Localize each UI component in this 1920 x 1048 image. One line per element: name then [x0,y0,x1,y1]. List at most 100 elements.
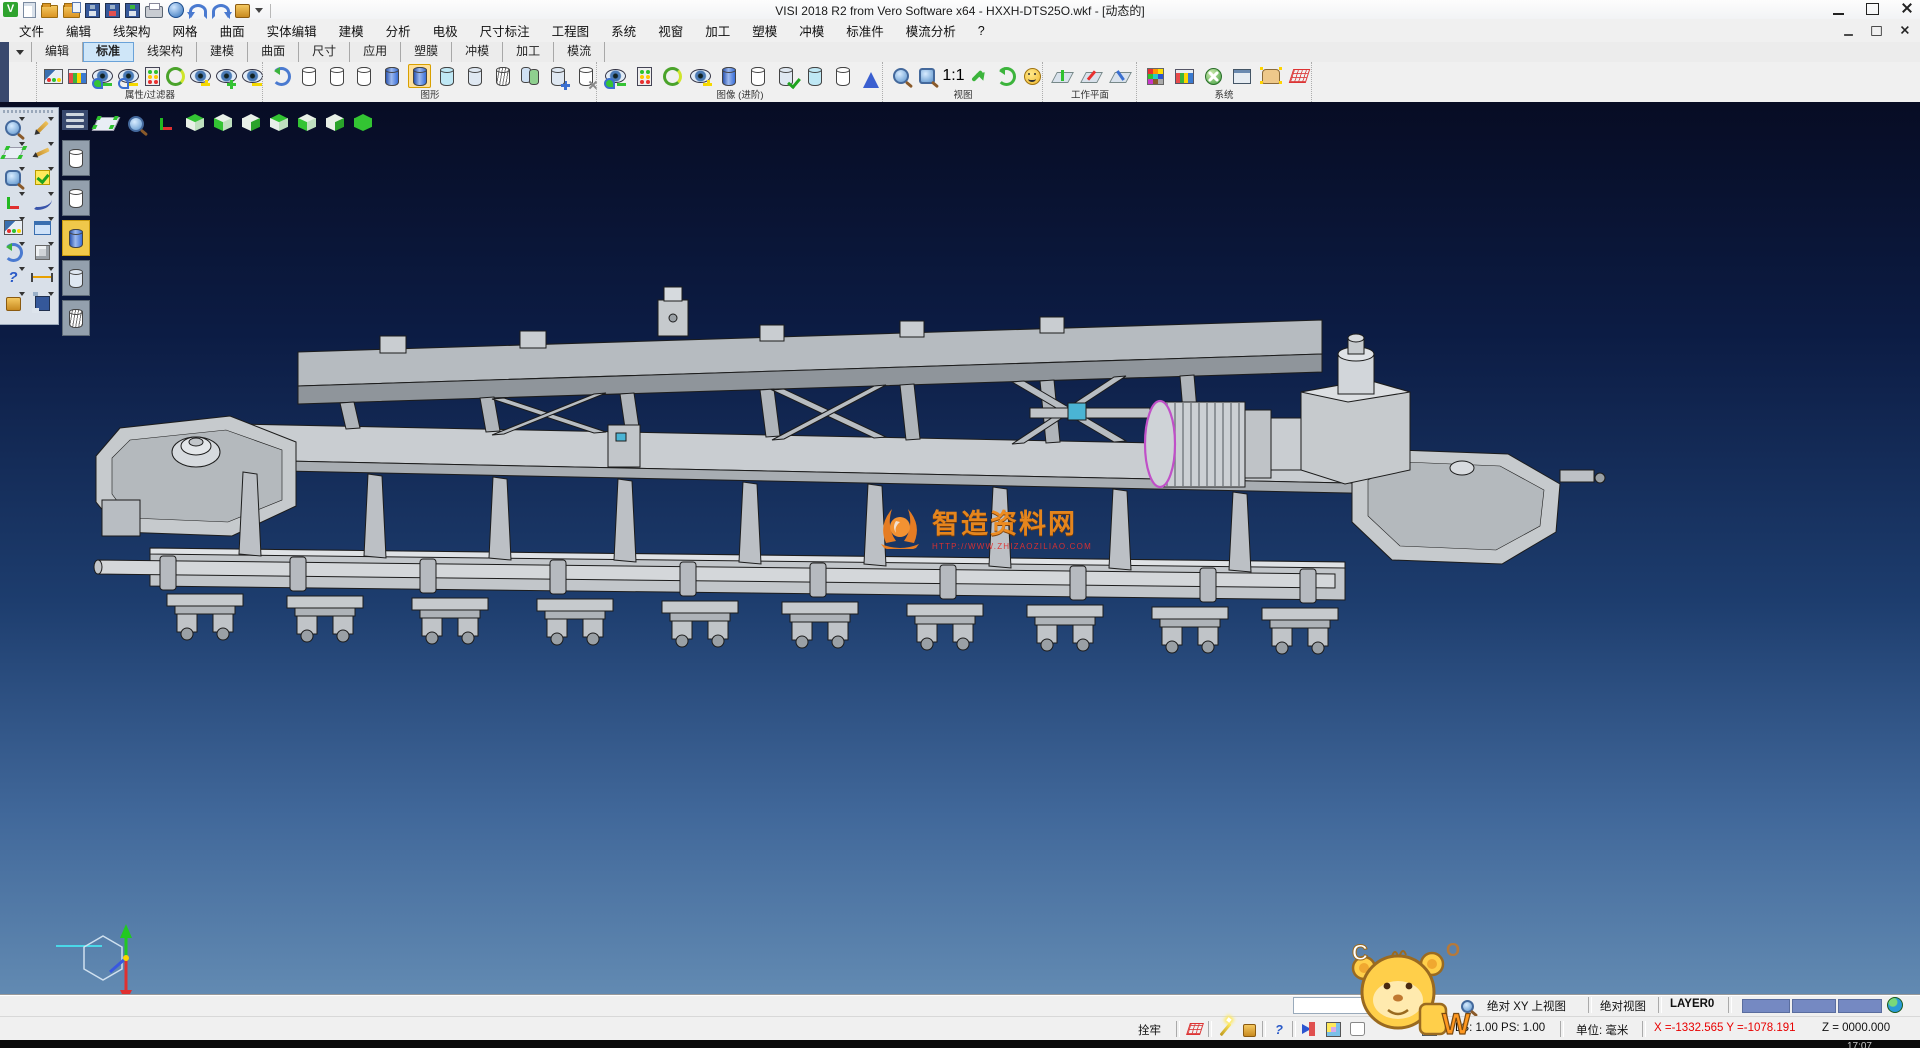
snap-hand-icon[interactable] [1259,64,1283,88]
shaded-edges-mode-icon[interactable] [408,64,431,88]
shaded-mode-icon[interactable] [381,64,404,88]
help-question-icon[interactable]: ? [0,266,26,289]
select-window-icon[interactable] [0,141,26,164]
menu-help[interactable]: ? [967,22,996,40]
mode-hidden-line-button[interactable] [62,180,90,216]
flat-mode-icon[interactable] [464,64,487,88]
tab-edit[interactable]: 编辑 [32,42,83,62]
wcs-axis-icon[interactable] [0,191,26,214]
adv-validate-icon[interactable] [774,64,797,88]
tabrow-dropdown-icon[interactable] [9,42,32,62]
zoom-window-icon[interactable] [916,64,937,88]
save-view-icon[interactable] [29,291,55,314]
dashed-mode-icon[interactable] [353,64,376,88]
layer-color-bar-1[interactable] [1742,999,1790,1013]
zoom-1to1-icon[interactable]: 1:1 [942,64,964,88]
mode-hatch-button[interactable] [62,300,90,336]
adv-wire-icon[interactable] [746,64,769,88]
doc-close-button[interactable] [1900,26,1909,34]
add-shading-icon[interactable] [547,64,570,88]
view-bottom-icon[interactable] [212,113,234,135]
triad-icon[interactable] [154,112,178,136]
menu-flow-analysis[interactable]: 模流分析 [895,19,967,42]
attributes-paint-icon[interactable] [0,216,26,239]
refresh-visibility-icon[interactable] [166,64,185,88]
tools-icon[interactable] [1240,1021,1258,1037]
menu-modeling[interactable]: 建模 [328,19,375,42]
view-cube-icon[interactable] [1324,1021,1342,1037]
view-left-icon[interactable] [296,113,318,135]
tab-wireframe[interactable]: 线架构 [134,42,197,62]
adv-toggle-icon[interactable] [689,64,712,88]
tab-machining[interactable]: 加工 [503,42,554,62]
image-attributes-icon[interactable] [68,64,87,88]
regen-icon[interactable] [270,64,293,88]
show-entities-icon[interactable] [92,64,113,88]
menu-window[interactable]: 视窗 [647,19,694,42]
tab-standard[interactable]: 标准 [83,42,134,62]
entity-icon[interactable] [1348,1021,1366,1037]
wireframe-mode-icon[interactable] [298,64,321,88]
solid-cube-icon[interactable] [29,241,55,264]
search-icon[interactable] [1458,998,1476,1014]
tab-progress[interactable]: 冲模 [452,42,503,62]
lock-label[interactable]: 拴牢 [1138,1022,1161,1038]
menu-mesh[interactable]: 网格 [162,19,209,42]
workplane-set-icon[interactable] [1050,64,1074,88]
menu-progress[interactable]: 冲模 [788,19,835,42]
refresh-view-icon[interactable] [0,241,26,264]
wand-icon[interactable] [1216,1021,1234,1037]
palette-orange-icon[interactable] [0,291,26,314]
menu-system[interactable]: 系统 [600,19,647,42]
doc-restore-button[interactable] [1871,26,1881,36]
menu-solid-edit[interactable]: 实体编辑 [256,19,328,42]
pencil-curve-icon[interactable] [29,141,55,164]
workplane-grid-icon[interactable] [1420,1021,1438,1037]
view-mode-label[interactable]: 绝对 XY 上视图 [1487,998,1566,1014]
doc-minimize-button[interactable] [1844,26,1853,36]
zoom-inout-icon[interactable] [0,166,26,189]
tab-mould[interactable]: 塑膜 [401,42,452,62]
import-arrow-icon[interactable] [1300,1021,1318,1037]
filter-traffic-icon[interactable] [144,64,161,88]
workplane-align-icon[interactable] [1079,64,1103,88]
menu-analysis[interactable]: 分析 [375,19,422,42]
layer-color-bar-3[interactable] [1838,999,1882,1013]
layer-label[interactable]: LAYER0 [1670,998,1714,1010]
adv-show-icon[interactable] [604,64,627,88]
tab-flow[interactable]: 模流 [554,42,605,62]
menu-drafting[interactable]: 工程图 [541,19,601,42]
show-all-icon[interactable] [216,64,237,88]
workplane-entity-icon[interactable] [1108,64,1132,88]
color-palette-icon[interactable] [1144,64,1168,88]
layer-color-bar-2[interactable] [1792,999,1836,1013]
adv-cone-icon[interactable] [860,64,883,88]
filter-check-icon[interactable] [29,166,55,189]
view-right-icon[interactable] [324,113,346,135]
menu-wireframe[interactable]: 线架构 [102,19,162,42]
menu-mould[interactable]: 塑模 [741,19,788,42]
abs-view-label[interactable]: 绝对视图 [1600,998,1646,1014]
menu-electrode[interactable]: 电极 [422,19,469,42]
globe-icon[interactable] [1886,997,1904,1013]
minimize-button[interactable] [1833,3,1844,15]
rotate-view-icon[interactable] [996,64,1017,88]
attribute-brush-icon[interactable] [44,64,63,88]
measure-icon[interactable] [29,266,55,289]
adv-shaded-icon[interactable] [718,64,741,88]
view-top-icon[interactable] [184,113,206,135]
toggle-visibility-icon[interactable] [190,64,211,88]
tab-dimension[interactable]: 尺寸 [299,42,350,62]
menu-machining[interactable]: 加工 [694,19,741,42]
tab-application[interactable]: 应用 [350,42,401,62]
adv-ghost-icon[interactable] [831,64,854,88]
adv-refresh-icon[interactable] [661,64,684,88]
hatch-mode-icon[interactable] [491,64,514,88]
tab-surface[interactable]: 曲面 [248,42,299,62]
window-config-icon[interactable] [1230,64,1254,88]
render-settings-icon[interactable] [1173,64,1197,88]
adv-transparent-icon[interactable] [803,64,826,88]
maximize-button[interactable] [1866,3,1879,15]
selection-plane-icon[interactable] [94,112,118,136]
spline-icon[interactable] [29,191,55,214]
